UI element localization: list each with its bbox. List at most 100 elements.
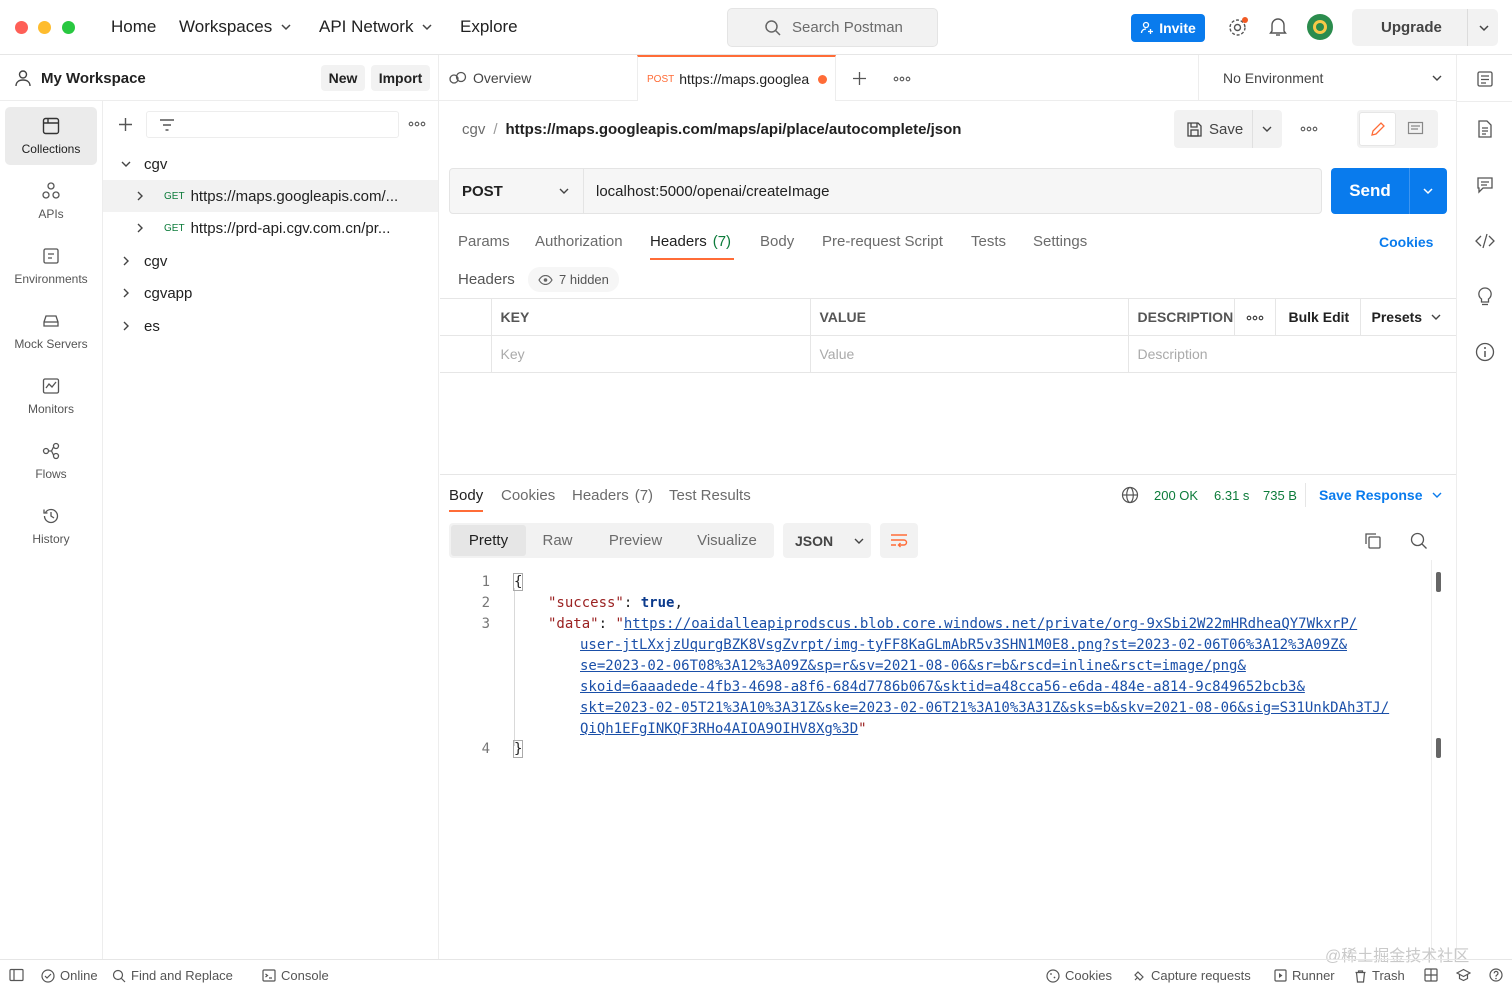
new-tab-icon[interactable]	[852, 71, 867, 86]
save-button[interactable]: Save	[1174, 110, 1252, 148]
tab-body[interactable]: Body	[760, 233, 794, 250]
trash-button[interactable]: Trash	[1354, 968, 1405, 983]
rail-flows[interactable]: Flows	[5, 432, 97, 490]
tree-request-maps[interactable]: GET https://maps.googleapis.com/...	[103, 180, 438, 212]
rail-monitors[interactable]: Monitors	[5, 367, 97, 425]
json-url-link[interactable]: QiQh1EFgINKQF3RHo4AIOA9OIHV8Xg%3D	[580, 721, 858, 737]
tree-collection-es[interactable]: es	[103, 310, 438, 342]
help-icon[interactable]	[1489, 968, 1503, 982]
find-and-replace[interactable]: Find and Replace	[112, 968, 233, 983]
notifications-bell-icon[interactable]	[1269, 17, 1287, 37]
nav-explore[interactable]: Explore	[460, 17, 518, 37]
rail-mock-servers[interactable]: Mock Servers	[5, 302, 97, 360]
response-tab-body[interactable]: Body	[449, 487, 483, 504]
wrap-lines-button[interactable]	[880, 523, 918, 558]
tree-request-cgv[interactable]: GET https://prd-api.cgv.com.cn/pr...	[103, 212, 438, 244]
cookies-link[interactable]: Cookies	[1379, 234, 1433, 250]
chevron-down-icon[interactable]	[1478, 22, 1490, 34]
window-close-button[interactable]	[15, 21, 28, 34]
tab-active-request[interactable]: POST https://maps.googlea	[637, 55, 836, 101]
status-code[interactable]: 200 OK	[1154, 488, 1198, 503]
response-tab-cookies[interactable]: Cookies	[501, 487, 555, 504]
mode-pretty[interactable]: Pretty	[451, 525, 526, 556]
hidden-headers-toggle[interactable]: 7 hidden	[528, 267, 619, 292]
rail-apis[interactable]: APIs	[5, 172, 97, 230]
json-url-link[interactable]: skoid=6aaadede-4fb3-4698-a8f6-684d7786b0…	[580, 679, 1305, 695]
lightbulb-icon[interactable]	[1476, 286, 1494, 306]
chevron-down-icon[interactable]	[1422, 185, 1434, 197]
tree-collection-cgv-2[interactable]: cgv	[103, 245, 438, 277]
breadcrumb-collection[interactable]: cgv	[462, 121, 485, 138]
mode-visualize[interactable]: Visualize	[685, 523, 769, 558]
new-button[interactable]: New	[321, 65, 365, 91]
presets-dropdown[interactable]: Presets	[1372, 309, 1443, 325]
environment-quick-look-icon[interactable]	[1476, 70, 1494, 88]
response-size[interactable]: 735 B	[1263, 488, 1297, 503]
window-minimize-button[interactable]	[38, 21, 51, 34]
scrollbar-track[interactable]	[1431, 560, 1432, 959]
capture-requests-button[interactable]: Capture requests	[1132, 968, 1251, 983]
add-icon[interactable]	[118, 117, 133, 132]
tab-overview[interactable]: Overview	[449, 55, 637, 101]
mode-raw[interactable]: Raw	[529, 523, 586, 558]
comment-mode-icon[interactable]	[1407, 121, 1424, 137]
more-options-icon[interactable]	[1246, 315, 1264, 321]
send-button[interactable]: Send	[1331, 168, 1409, 214]
code-icon[interactable]	[1475, 233, 1495, 249]
window-zoom-button[interactable]	[62, 21, 75, 34]
more-tabs-icon[interactable]	[893, 76, 911, 82]
response-body-editor[interactable]: 1 2 3 4 { "success": true, "data": "http…	[440, 570, 1441, 960]
json-url-link[interactable]: https://oaidalleapiprodscus.blob.core.wi…	[624, 616, 1357, 632]
json-url-link[interactable]: se=2023-02-06T08%3A12%3A09Z&sp=r&sv=2021…	[580, 658, 1246, 674]
tab-settings[interactable]: Settings	[1033, 233, 1087, 250]
tab-authorization[interactable]: Authorization	[535, 233, 623, 250]
bulk-edit-button[interactable]: Bulk Edit	[1289, 309, 1350, 325]
rail-collections[interactable]: Collections	[5, 107, 97, 165]
search-icon[interactable]	[1410, 532, 1428, 550]
copy-icon[interactable]	[1364, 532, 1382, 550]
comments-icon[interactable]	[1476, 176, 1494, 194]
method-select[interactable]: POST	[450, 169, 583, 213]
avatar[interactable]	[1306, 13, 1334, 41]
value-input[interactable]: Value	[809, 335, 1129, 373]
info-icon[interactable]	[1475, 342, 1495, 362]
save-response-dropdown[interactable]: Save Response	[1319, 487, 1443, 503]
bootcamp-icon[interactable]	[1456, 968, 1471, 982]
json-url-link[interactable]: skt=2023-02-05T21%3A10%3A31Z&ske=2023-02…	[580, 700, 1389, 716]
response-tab-test-results[interactable]: Test Results	[669, 487, 751, 504]
more-options-icon[interactable]	[408, 121, 426, 127]
invite-button[interactable]: Invite	[1131, 14, 1205, 42]
rail-history[interactable]: History	[5, 497, 97, 555]
json-url-link[interactable]: user-jtLXxjzUqurgBZK8VsgZvrpt/img-tyFF8K…	[580, 637, 1347, 653]
tab-headers[interactable]: Headers (7)	[650, 233, 731, 250]
online-status[interactable]: Online	[41, 968, 98, 983]
rail-environments[interactable]: Environments	[5, 237, 97, 295]
documentation-icon[interactable]	[1477, 119, 1493, 139]
tree-collection-cgv[interactable]: cgv	[103, 148, 438, 180]
upgrade-button[interactable]: Upgrade	[1352, 9, 1498, 46]
runner-button[interactable]: Runner	[1274, 968, 1335, 983]
search-input[interactable]: Search Postman	[727, 8, 938, 47]
scroll-marker[interactable]	[1436, 738, 1441, 758]
nav-api-network[interactable]: API Network	[319, 17, 433, 37]
description-input[interactable]: Description	[1127, 335, 1456, 373]
toggle-sidebar-icon[interactable]	[9, 968, 24, 982]
console-button[interactable]: Console	[262, 968, 329, 983]
settings-gear-icon[interactable]	[1227, 17, 1248, 38]
environment-selector[interactable]: No Environment	[1199, 55, 1456, 101]
cookies-button[interactable]: Cookies	[1046, 968, 1112, 983]
two-pane-view-icon[interactable]	[1424, 968, 1438, 982]
tab-pre-request-script[interactable]: Pre-request Script	[822, 233, 943, 250]
more-options-icon[interactable]	[1300, 126, 1318, 132]
tab-params[interactable]: Params	[458, 233, 510, 250]
nav-home[interactable]: Home	[111, 17, 156, 37]
filter-input[interactable]	[146, 111, 399, 138]
breadcrumb-request-name[interactable]: https://maps.googleapis.com/maps/api/pla…	[506, 121, 962, 138]
tree-collection-cgvapp[interactable]: cgvapp	[103, 277, 438, 309]
tab-tests[interactable]: Tests	[971, 233, 1006, 250]
url-input[interactable]: localhost:5000/openai/createImage	[584, 169, 1321, 213]
response-time[interactable]: 6.31 s	[1214, 488, 1249, 503]
edit-mode-button[interactable]	[1359, 112, 1396, 146]
pane-divider[interactable]	[440, 474, 1456, 475]
globe-icon[interactable]	[1121, 486, 1139, 504]
